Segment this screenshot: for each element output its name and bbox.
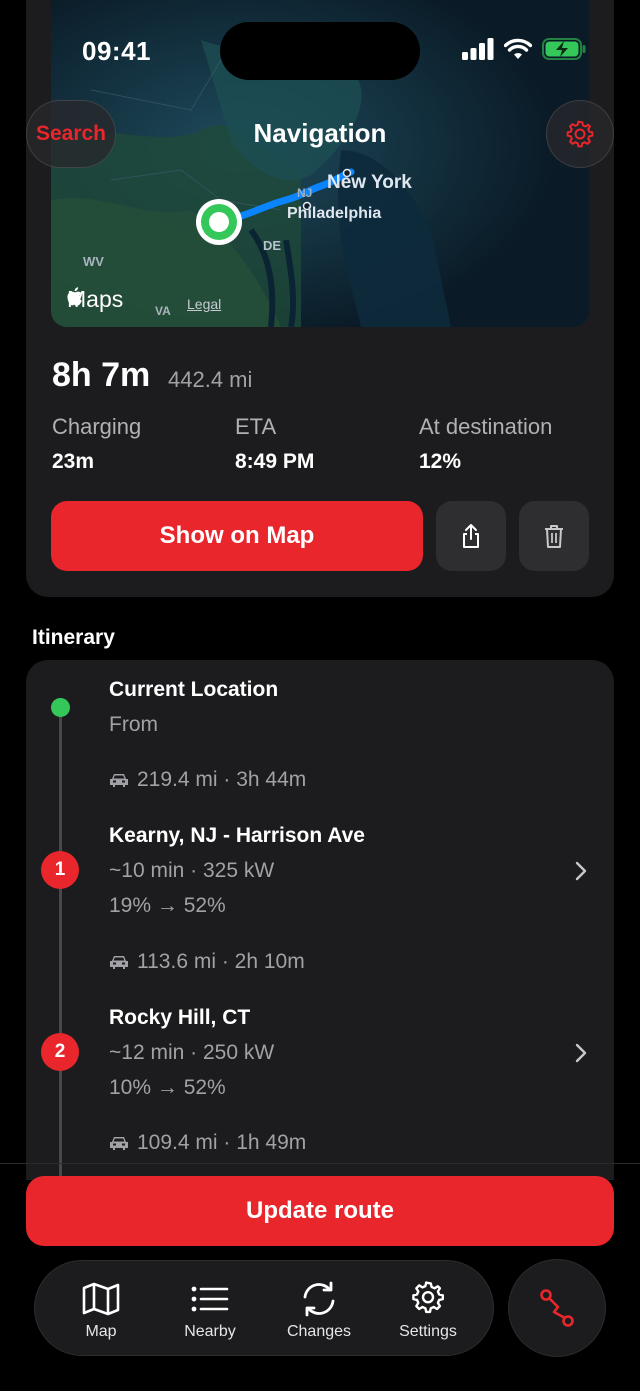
apple-logo-icon — [67, 287, 82, 306]
map-label-wv: WV — [83, 254, 104, 269]
cellular-signal-icon — [462, 38, 494, 60]
update-route-button[interactable]: Update route — [26, 1176, 614, 1246]
status-icons — [462, 38, 586, 60]
stat-label: At destination — [419, 414, 553, 439]
tab-bar: Map Nearby Changes Settings — [34, 1260, 494, 1356]
status-bar: 09:41 — [0, 0, 640, 100]
page-title: Navigation — [253, 118, 387, 148]
header-settings-button[interactable] — [546, 100, 614, 168]
leg-3: 109.4 mi · 1h 49m — [109, 1131, 306, 1155]
map-label-va: VA — [155, 304, 171, 318]
stop-2-charge-info: ~12 min · 250 kW — [109, 1041, 275, 1064]
stat-label: ETA — [235, 414, 277, 439]
leg-2-text: 113.6 mi · 2h 10m — [137, 950, 305, 973]
trip-duration: 8h 7m — [52, 356, 151, 394]
list-icon — [191, 1286, 229, 1312]
show-on-map-button[interactable]: Show on Map — [51, 501, 423, 571]
stat-label: Charging — [52, 414, 142, 439]
start-dot — [51, 698, 70, 717]
tab-nearby[interactable]: Nearby — [156, 1261, 264, 1357]
bottom-divider — [0, 1163, 640, 1164]
route-icon — [540, 1289, 574, 1327]
itinerary-list: Current Location From 219.4 mi · 3h 44m … — [26, 660, 614, 1180]
timeline-line — [59, 706, 62, 1180]
tab-map[interactable]: Map — [47, 1261, 155, 1357]
refresh-icon — [303, 1281, 335, 1317]
gear-icon — [566, 120, 594, 148]
leg-3-text: 109.4 mi · 1h 49m — [137, 1131, 307, 1154]
tab-settings[interactable]: Settings — [374, 1261, 482, 1357]
route-button[interactable] — [508, 1259, 606, 1357]
start-location-title: Current Location — [109, 678, 279, 701]
chevron-right-icon[interactable] — [574, 1042, 588, 1064]
stop-2-title[interactable]: Rocky Hill, CT — [109, 1006, 250, 1030]
delete-route-button[interactable] — [519, 501, 589, 571]
chevron-right-icon[interactable] — [574, 860, 588, 882]
share-icon — [463, 524, 479, 548]
map-icon — [82, 1282, 120, 1316]
dynamic-island — [220, 22, 420, 80]
car-icon — [110, 1137, 128, 1150]
trip-distance: 442.4 mi — [168, 367, 253, 392]
tab-label: Changes — [286, 1323, 352, 1340]
stop-1-battery: 19% → 52% — [109, 894, 226, 917]
status-time: 09:41 — [82, 36, 151, 66]
gear-icon — [412, 1281, 444, 1314]
tab-label: Map — [85, 1323, 117, 1340]
stop-1-title[interactable]: Kearny, NJ - Harrison Ave — [109, 824, 365, 848]
stat-value: 12% — [419, 450, 462, 473]
stop-2-battery: 10% → 52% — [109, 1076, 226, 1099]
car-icon — [110, 956, 128, 969]
map-legal-link[interactable]: Legal — [187, 296, 221, 312]
apple-maps-attribution: Maps — [67, 286, 123, 313]
tab-label: Nearby — [184, 1323, 236, 1340]
share-button[interactable] — [436, 501, 506, 571]
leg-2: 113.6 mi · 2h 10m — [109, 950, 305, 974]
wifi-icon — [504, 38, 532, 59]
car-icon — [110, 774, 128, 787]
map-label-philadelphia: Philadelphia — [287, 205, 382, 222]
stat-at-destination: At destination 12% — [419, 414, 552, 474]
map-label-nj: NJ — [297, 186, 313, 200]
leg-1-text: 219.4 mi · 3h 44m — [137, 768, 307, 791]
navigation-header: Search Navigation — [0, 100, 640, 168]
tab-label: Settings — [399, 1323, 457, 1340]
tab-changes[interactable]: Changes — [265, 1261, 373, 1357]
battery-charging-icon — [542, 38, 586, 60]
leg-1: 219.4 mi · 3h 44m — [109, 768, 306, 792]
stat-value: 23m — [52, 450, 95, 473]
map-label-new-york: New York — [327, 172, 412, 193]
stat-value: 8:49 PM — [235, 450, 315, 473]
stat-eta: ETA 8:49 PM — [235, 414, 314, 474]
stop-number-badge: 1 — [41, 851, 79, 889]
stop-number-badge: 2 — [41, 1033, 79, 1071]
stop-1-charge-info: ~10 min · 325 kW — [109, 859, 275, 882]
stat-charging: Charging 23m — [52, 414, 141, 474]
map-label-de: DE — [263, 238, 282, 253]
itinerary-heading: Itinerary — [32, 626, 115, 649]
trash-icon — [545, 525, 563, 548]
start-location-subtitle: From — [109, 713, 158, 736]
